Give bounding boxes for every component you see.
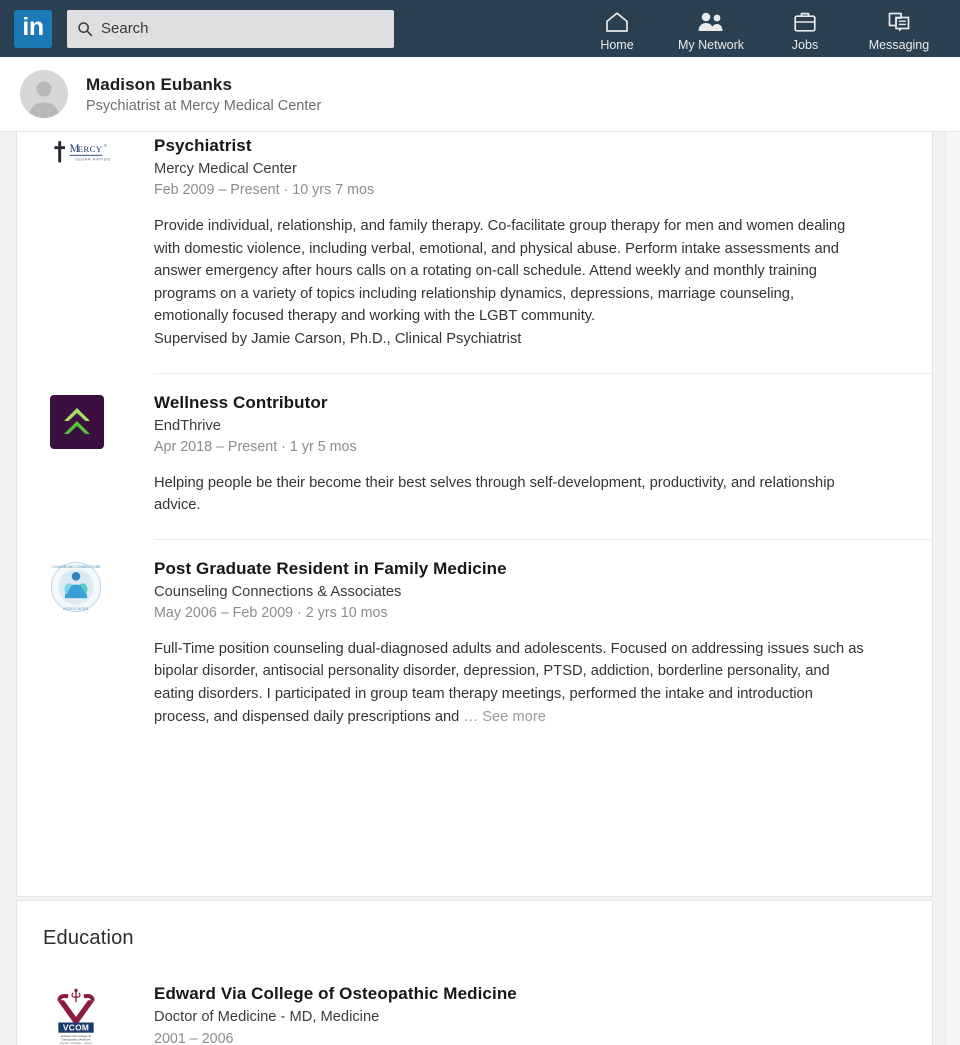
profile-name: Madison Eubanks [86,74,233,94]
experience-logo [50,373,154,539]
svg-text:CEDAR RAPIDS: CEDAR RAPIDS [75,157,110,162]
experience-card: M ERCY ® CEDAR RAPIDS Psychiatrist Mercy… [16,132,933,897]
top-navigation-bar: in Search Home My Network Jobs Messaging [0,0,960,57]
nav-item-home[interactable]: Home [570,0,664,57]
experience-description: Helping people be their become their bes… [154,472,872,517]
experience-description: Full-Time position counseling dual-diagn… [154,638,872,728]
nav-item-messaging[interactable]: Messaging [852,0,946,57]
svg-text:VCOM: VCOM [63,1022,89,1032]
education-heading: Education [43,927,134,949]
avatar[interactable] [20,70,68,118]
experience-title: Post Graduate Resident in Family Medicin… [154,558,507,578]
education-entry[interactable]: VCOM Edward Via College of Osteopathic M… [17,968,932,1045]
linkedin-logo[interactable]: in [14,9,52,48]
experience-entry-body: Post Graduate Resident in Family Medicin… [154,538,932,750]
experience-dates: May 2006 – Feb 2009 · 2 yrs 10 mos [154,604,388,621]
experience-entry-body: Wellness Contributor EndThrive Apr 2018 … [154,372,932,539]
vcom-logo: VCOM Edward Via College of Osteopathic M… [50,987,106,1045]
home-icon [604,9,630,34]
briefcase-icon [792,9,818,34]
experience-logo: M ERCY ® CEDAR RAPIDS [50,132,154,373]
search-icon [77,21,93,37]
nav-item-jobs-label: Jobs [791,37,819,52]
profile-headline: Psychiatrist at Mercy Medical Center [86,97,322,114]
experience-logo: COUNSELING CONNECTIONS ASSOCIATES [50,539,154,750]
message-icon [886,9,912,34]
experience-dates: Feb 2009 – Present · 10 yrs 7 mos [154,182,375,198]
experience-entry[interactable]: COUNSELING CONNECTIONS ASSOCIATES Post G… [17,538,932,750]
people-icon [696,9,726,34]
experience-description-text: Helping people be their become their bes… [154,474,835,514]
svg-text:Virginia · Carolinas · Auburn: Virginia · Carolinas · Auburn [60,1041,93,1045]
svg-text:ERCY: ERCY [78,144,103,154]
nav-item-messaging-label: Messaging [868,37,930,52]
svg-text:®: ® [104,143,108,148]
nav-item-jobs[interactable]: Jobs [758,0,852,57]
experience-organization: Mercy Medical Center [154,161,297,177]
experience-entry[interactable]: Wellness Contributor EndThrive Apr 2018 … [17,372,932,539]
experience-dates: Apr 2018 – Present · 1 yr 5 mos [154,438,357,455]
identity-text: Madison Eubanks Psychiatrist at Mercy Me… [86,75,321,114]
experience-description-text: Provide individual, relationship, and fa… [154,218,846,347]
nav-item-home-label: Home [600,37,634,52]
svg-text:ASSOCIATES: ASSOCIATES [63,607,88,611]
mercy-medical-center-logo: M ERCY ® CEDAR RAPIDS [50,139,110,195]
experience-title: Wellness Contributor [154,392,328,412]
profile-identity-bar: Madison Eubanks Psychiatrist at Mercy Me… [0,57,960,132]
counseling-connections-logo: COUNSELING CONNECTIONS ASSOCIATES [50,561,106,617]
profile-content-area: M ERCY ® CEDAR RAPIDS Psychiatrist Mercy… [0,132,960,1045]
education-entry-body: Edward Via College of Osteopathic Medici… [154,968,932,1045]
search-input[interactable]: Search [67,9,394,48]
education-dates: 2001 – 2006 [154,1031,234,1045]
vertical-scrollbar[interactable] [945,132,960,1045]
education-card: Education VCOM Edward Via College of Ost [16,900,933,1045]
education-degree: Doctor of Medicine - MD, Medicine [154,1009,380,1025]
education-school: Edward Via College of Osteopathic Medici… [154,984,517,1003]
experience-entry[interactable]: M ERCY ® CEDAR RAPIDS Psychiatrist Mercy… [17,132,932,373]
experience-organization: Counseling Connections & Associates [154,583,402,600]
experience-title: Psychiatrist [154,136,252,155]
experience-entry-body: Psychiatrist Mercy Medical Center Feb 20… [154,132,932,373]
experience-description: Provide individual, relationship, and fa… [154,215,872,351]
nav-item-my-network-label: My Network [678,37,744,52]
see-more-link[interactable]: … See more [463,709,545,725]
endthrive-logo [50,394,104,449]
default-avatar-icon [29,81,59,118]
search-placeholder-text: Search [101,20,149,37]
nav-item-my-network[interactable]: My Network [664,0,758,57]
svg-text:COUNSELING CONNECTIONS: COUNSELING CONNECTIONS [52,565,101,569]
svg-text:Osteopathic Medicine: Osteopathic Medicine [61,1037,91,1041]
education-logo: VCOM Edward Via College of Osteopathic M… [50,968,154,1045]
nav-items: Home My Network Jobs Messaging [570,0,960,57]
experience-organization: EndThrive [154,417,221,434]
nav-item-notifications[interactable]: No [946,0,960,57]
